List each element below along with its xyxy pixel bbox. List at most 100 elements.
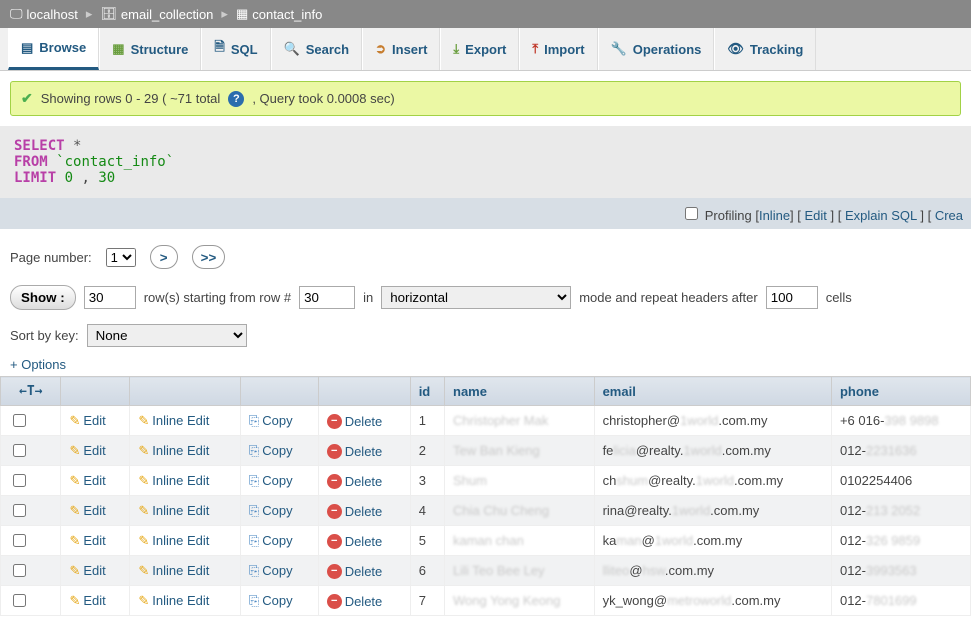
- notice-tail: , Query took 0.0008 sec): [252, 91, 394, 106]
- sql-edit-link[interactable]: Edit: [805, 208, 827, 223]
- options-toggle[interactable]: + Options: [0, 353, 971, 376]
- sort-key-select[interactable]: None: [87, 324, 247, 347]
- delete-link[interactable]: −Delete: [327, 504, 383, 519]
- tab-label: Insert: [392, 42, 427, 57]
- table-row: ✎Edit✎Inline Edit⎘Copy−Delete2Tew Ban Ki…: [1, 436, 971, 466]
- sql-table-name: `contact_info`: [56, 154, 174, 170]
- copy-link[interactable]: ⎘Copy: [249, 563, 293, 579]
- cell-name: kaman chan: [445, 526, 595, 556]
- tab-browse[interactable]: ▤Browse: [8, 28, 99, 70]
- search-icon: 🔍: [284, 41, 300, 57]
- page-number-select[interactable]: 1: [106, 248, 136, 267]
- inline-edit-link[interactable]: ✎Inline Edit: [138, 443, 209, 459]
- mode-select[interactable]: horizontal: [381, 286, 571, 309]
- delete-link[interactable]: −Delete: [327, 414, 383, 429]
- copy-link[interactable]: ⎘Copy: [249, 443, 293, 459]
- inline-edit-link[interactable]: ✎Inline Edit: [138, 593, 209, 609]
- col-header-email[interactable]: email: [594, 377, 831, 406]
- row-checkbox[interactable]: [13, 504, 26, 517]
- cell-email: christopher@1world.com.my: [594, 406, 831, 436]
- edit-link[interactable]: ✎Edit: [69, 413, 105, 429]
- column-move-arrows[interactable]: ←T→: [9, 384, 52, 399]
- sql-explain-link[interactable]: Explain SQL: [845, 208, 917, 223]
- edit-link[interactable]: ✎Edit: [69, 563, 105, 579]
- result-notice: ✔ Showing rows 0 - 29 ( ~71 total ? , Qu…: [10, 81, 961, 116]
- pencil-icon: ✎: [69, 443, 80, 459]
- pencil-icon: ✎: [138, 563, 149, 579]
- row-checkbox[interactable]: [13, 444, 26, 457]
- tab-structure[interactable]: ▦Structure: [99, 28, 201, 70]
- sql-create-link[interactable]: Crea: [935, 208, 963, 223]
- tab-export[interactable]: ⤓Export: [440, 28, 519, 70]
- cell-phone: 012-326 9859: [831, 526, 970, 556]
- page-next-button[interactable]: >: [150, 245, 178, 269]
- col-header-phone[interactable]: phone: [831, 377, 970, 406]
- rows-count-input[interactable]: [84, 286, 136, 309]
- breadcrumb-table[interactable]: contact_info: [252, 7, 322, 22]
- breadcrumb-server[interactable]: localhost: [27, 7, 78, 22]
- delete-link[interactable]: −Delete: [327, 474, 383, 489]
- tab-label: Browse: [39, 40, 86, 55]
- sql-inline-link[interactable]: Inline: [759, 208, 790, 223]
- cell-email: rina@realty.1world.com.my: [594, 496, 831, 526]
- start-row-input[interactable]: [299, 286, 355, 309]
- tab-sql[interactable]: 🗎SQL: [201, 28, 270, 70]
- pencil-icon: ✎: [138, 473, 149, 489]
- breadcrumb-database[interactable]: email_collection: [121, 7, 214, 22]
- copy-link[interactable]: ⎘Copy: [249, 503, 293, 519]
- col-header-name[interactable]: name: [445, 377, 595, 406]
- row-checkbox[interactable]: [13, 474, 26, 487]
- tab-label: Import: [544, 42, 584, 57]
- page-last-button[interactable]: >>: [192, 245, 226, 269]
- inline-edit-link[interactable]: ✎Inline Edit: [138, 473, 209, 489]
- delete-icon: −: [327, 504, 342, 519]
- cell-email: lliteo@hsw.com.my: [594, 556, 831, 586]
- copy-link[interactable]: ⎘Copy: [249, 593, 293, 609]
- repeat-headers-input[interactable]: [766, 286, 818, 309]
- edit-link[interactable]: ✎Edit: [69, 473, 105, 489]
- copy-icon: ⎘: [249, 503, 259, 519]
- cell-name: Shum: [445, 466, 595, 496]
- edit-link[interactable]: ✎Edit: [69, 503, 105, 519]
- help-icon[interactable]: ?: [228, 91, 244, 107]
- sql-star: *: [73, 138, 81, 154]
- row-checkbox[interactable]: [13, 564, 26, 577]
- cell-phone: 012-3993563: [831, 556, 970, 586]
- copy-link[interactable]: ⎘Copy: [249, 413, 293, 429]
- inline-edit-link[interactable]: ✎Inline Edit: [138, 563, 209, 579]
- page-number-label: Page number:: [10, 250, 92, 265]
- insert-icon: ➲: [375, 41, 386, 57]
- cell-name: Lili Teo Bee Ley: [445, 556, 595, 586]
- delete-link[interactable]: −Delete: [327, 534, 383, 549]
- delete-link[interactable]: −Delete: [327, 594, 383, 609]
- check-icon: ✔: [21, 90, 33, 107]
- inline-edit-link[interactable]: ✎Inline Edit: [138, 413, 209, 429]
- tab-operations[interactable]: 🔧Operations: [598, 28, 715, 70]
- edit-link[interactable]: ✎Edit: [69, 593, 105, 609]
- inline-edit-link[interactable]: ✎Inline Edit: [138, 503, 209, 519]
- copy-icon: ⎘: [249, 413, 259, 429]
- tab-insert[interactable]: ➲ Insert: [362, 28, 440, 70]
- sql-keyword-from: FROM: [14, 154, 48, 170]
- opts-text-2: mode and repeat headers after: [579, 290, 758, 305]
- tab-search[interactable]: 🔍Search: [271, 28, 363, 70]
- copy-link[interactable]: ⎘Copy: [249, 473, 293, 489]
- edit-link[interactable]: ✎Edit: [69, 533, 105, 549]
- row-checkbox[interactable]: [13, 534, 26, 547]
- profiling-checkbox[interactable]: [685, 207, 698, 220]
- copy-link[interactable]: ⎘Copy: [249, 533, 293, 549]
- tab-tracking[interactable]: 👁Tracking: [714, 28, 816, 70]
- inline-edit-link[interactable]: ✎Inline Edit: [138, 533, 209, 549]
- delete-link[interactable]: −Delete: [327, 444, 383, 459]
- show-button[interactable]: Show :: [10, 285, 76, 310]
- delete-link[interactable]: −Delete: [327, 564, 383, 579]
- row-checkbox[interactable]: [13, 414, 26, 427]
- sql-limit-from: 0: [65, 170, 73, 186]
- tab-import[interactable]: ⤒Import: [519, 28, 597, 70]
- tab-label: SQL: [231, 42, 258, 57]
- row-checkbox[interactable]: [13, 594, 26, 607]
- col-header-id[interactable]: id: [410, 377, 444, 406]
- tracking-icon: 👁: [727, 41, 744, 57]
- table-row: ✎Edit✎Inline Edit⎘Copy−Delete7Wong Yong …: [1, 586, 971, 616]
- edit-link[interactable]: ✎Edit: [69, 443, 105, 459]
